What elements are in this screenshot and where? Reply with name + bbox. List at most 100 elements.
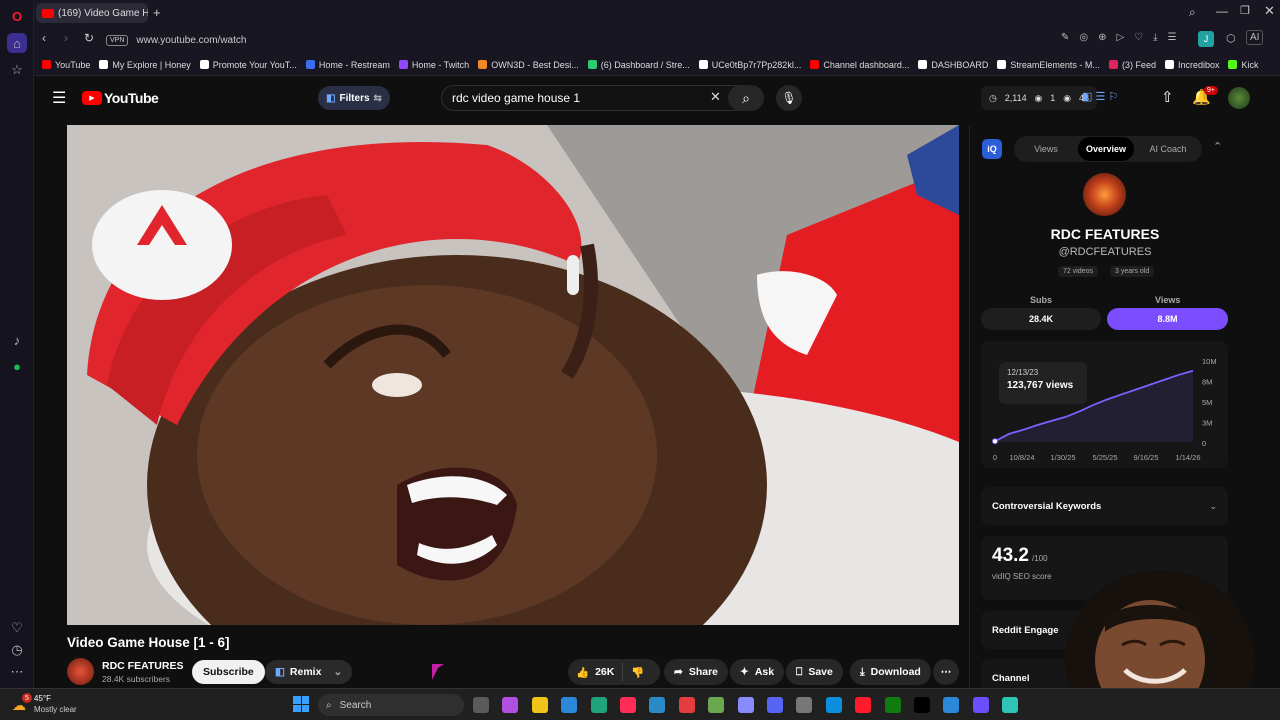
taskbar-search[interactable]: ⌕ Search xyxy=(318,694,464,716)
vidiq-channel-handle: @RDCFEATURES xyxy=(1058,246,1152,258)
taskbar-app-icon[interactable] xyxy=(767,697,783,713)
taskbar-app-icon[interactable] xyxy=(972,697,989,713)
reload-icon[interactable]: ↻ xyxy=(84,31,94,45)
tiktok-icon[interactable]: ♪ xyxy=(7,330,27,350)
vpn-badge[interactable]: VPN xyxy=(106,34,129,46)
search-tabs-icon[interactable]: ⌕ xyxy=(1189,5,1196,20)
profile-avatar[interactable]: J xyxy=(1198,31,1214,47)
taskbar-app-icon[interactable] xyxy=(796,697,813,713)
taskbar-app-icon[interactable] xyxy=(473,697,489,713)
controversial-keywords-section[interactable]: Controversial Keywords ⌄ xyxy=(981,487,1228,525)
bookmark-item[interactable]: My Explore | Honey xyxy=(99,60,191,70)
vidiq-icon: ◧ xyxy=(326,92,336,104)
opera-logo-icon[interactable]: O xyxy=(7,6,27,26)
video-player[interactable] xyxy=(67,125,959,625)
channel-avatar[interactable] xyxy=(67,658,94,685)
taskbar-app-icon[interactable] xyxy=(531,697,548,713)
subscribe-button[interactable]: Subscribe xyxy=(192,660,265,684)
taskbar-app-icon[interactable] xyxy=(943,697,960,713)
share-button[interactable]: ➦ Share xyxy=(664,659,728,685)
search-input[interactable]: rdc video game house 1 xyxy=(441,85,751,111)
tab-overview[interactable]: Overview xyxy=(1078,137,1134,161)
history-icon[interactable]: ◷ xyxy=(7,640,27,660)
maximize-icon[interactable]: ❐ xyxy=(1240,4,1250,17)
bookmark-item[interactable]: Kick xyxy=(1228,59,1259,70)
taskbar-app-icon[interactable] xyxy=(1002,697,1019,713)
bookmark-item[interactable]: UCe0tBp7r7Pp282kl... xyxy=(698,60,801,70)
taskbar-app-icon[interactable] xyxy=(708,697,725,713)
views-toggle[interactable]: 8.8M xyxy=(1107,308,1228,330)
tab-views[interactable]: Views xyxy=(1018,137,1074,161)
taskbar-app-icon[interactable] xyxy=(649,697,666,713)
search-icon: ⌕ xyxy=(326,699,332,711)
url-field[interactable]: VPN www.youtube.com/watch xyxy=(104,30,1194,50)
save-button[interactable]: ⎕ Save xyxy=(786,659,843,685)
bookmark-item[interactable]: Home - Twitch xyxy=(398,60,469,70)
voice-search-button[interactable]: 🎙 xyxy=(776,85,802,111)
heart-icon[interactable]: ♡ xyxy=(7,618,27,638)
search-button[interactable]: ⌕ xyxy=(728,85,764,111)
bookmark-item[interactable]: Incredibox xyxy=(1164,60,1219,70)
tab-ai-coach[interactable]: AI Coach xyxy=(1138,137,1198,161)
bookmark-item[interactable]: Promote Your YouT... xyxy=(199,60,297,70)
bookmark-label: Kick xyxy=(1241,59,1259,70)
taskbar-app-icon[interactable] xyxy=(914,697,930,713)
download-label: Download xyxy=(870,666,921,678)
windows-start-icon[interactable] xyxy=(293,696,309,712)
bookmark-item[interactable]: (6) Dashboard / Stre... xyxy=(587,60,690,70)
back-icon[interactable]: ‹ xyxy=(42,31,46,45)
ask-button[interactable]: ✦ Ask xyxy=(730,659,785,685)
more-icon[interactable]: ⋯ xyxy=(7,662,27,682)
taskbar-app-icon[interactable] xyxy=(678,697,695,713)
browser-tab[interactable]: (169) Video Game Ho... xyxy=(36,3,148,23)
new-tab-icon[interactable]: + xyxy=(153,5,161,20)
bookmark-label: DASHBOARD xyxy=(931,59,989,70)
menu-icon[interactable]: ☰ xyxy=(52,88,66,108)
clock-icon: ◷ xyxy=(988,92,997,103)
address-actions-icon[interactable]: ✎◎⊕▷♡⤓☰ xyxy=(1061,32,1187,43)
dislike-button[interactable]: 👎 xyxy=(623,666,652,679)
home-icon[interactable]: ⌂ xyxy=(7,33,27,53)
taskbar-app-icon[interactable] xyxy=(884,697,901,713)
chart-point-hover[interactable] xyxy=(992,438,998,445)
bookmark-item[interactable]: StreamElements - M... xyxy=(997,60,1100,70)
upload-icon[interactable]: ⇧ xyxy=(1161,88,1174,106)
title-bar: (169) Video Game Ho... + ⌕ — ❐ ✕ xyxy=(34,0,1280,26)
bookmark-item[interactable]: Home - Restream xyxy=(305,60,390,70)
close-window-icon[interactable]: ✕ xyxy=(1264,3,1275,19)
bookmark-item[interactable]: OWN3D - Best Desi... xyxy=(478,60,579,70)
clear-search-icon[interactable]: ✕ xyxy=(710,89,721,105)
taskbar-app-icon[interactable] xyxy=(561,697,578,713)
vidiq-stats[interactable]: ◷ 2,114 ◉ 1 ◉ 48 xyxy=(981,86,1097,110)
collapse-icon[interactable]: ⌃ xyxy=(1213,140,1222,153)
spotify-icon[interactable]: ● xyxy=(7,356,27,376)
subs-toggle[interactable]: 28.4K xyxy=(981,308,1101,330)
user-avatar[interactable] xyxy=(1228,87,1250,109)
taskbar-app-icon[interactable] xyxy=(502,697,519,713)
bookmark-item[interactable]: DASHBOARD xyxy=(918,60,988,70)
taskbar-app-icon[interactable] xyxy=(590,697,607,713)
like-button[interactable]: 👍 26K xyxy=(568,663,624,681)
bookmark-label: (3) Feed xyxy=(1121,59,1156,70)
taskbar-app-icon[interactable] xyxy=(620,697,636,713)
more-actions-button[interactable]: ⋯ xyxy=(933,659,959,685)
taskbar-app-icon[interactable] xyxy=(855,697,872,713)
bookmark-item[interactable]: Channel dashboard... xyxy=(810,60,909,70)
taskbar-app-icon[interactable] xyxy=(737,697,754,713)
channel-name[interactable]: RDC FEATURES xyxy=(102,660,183,672)
ai-button[interactable]: AI xyxy=(1246,30,1264,45)
filters-button[interactable]: ◧ Filters ⇆ xyxy=(318,86,390,110)
minimize-icon[interactable]: — xyxy=(1216,4,1228,18)
remix-button[interactable]: ◧ Remix ⌄ xyxy=(265,660,353,684)
extensions-icon[interactable]: ⬡ xyxy=(1226,32,1236,45)
bookmark-item[interactable]: YouTube xyxy=(42,60,90,70)
youtube-logo[interactable]: ▶ YouTube xyxy=(82,90,159,106)
stat-a: 2,114 xyxy=(1004,93,1027,103)
vidiq-toolbar-icon[interactable]: ◧ ☰ ⚐ xyxy=(1082,90,1118,103)
taskbar-app-icon[interactable] xyxy=(825,697,842,713)
download-button[interactable]: ⤓ Download xyxy=(850,659,931,685)
star-icon[interactable]: ☆ xyxy=(7,60,27,80)
bookmark-item[interactable]: (3) Feed xyxy=(1108,59,1156,70)
thumbs-down-icon: 👎 xyxy=(631,666,645,679)
forward-icon[interactable]: › xyxy=(64,31,68,45)
